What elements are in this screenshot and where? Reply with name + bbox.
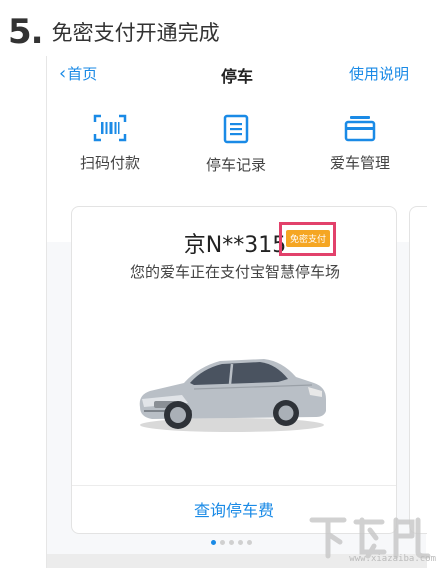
step-number: 5 [8,12,32,52]
scan-pay-button[interactable]: 扫码付款 [55,114,165,173]
badge-highlight-box [279,222,336,256]
step-dot: . [30,12,44,52]
barcode-scan-icon [93,114,127,142]
pager-dot[interactable] [247,540,252,545]
navigation-bar: ‹ 首页 停车 使用说明 [47,56,427,92]
document-list-icon [223,114,249,144]
car-management-label: 爱车管理 [329,154,390,172]
pager-dot[interactable] [220,540,225,545]
plate-number: 京N**315 [183,233,287,258]
car-image [139,359,326,432]
parking-records-button[interactable]: 停车记录 [181,114,291,175]
step-title: 免密支付开通完成 [51,21,220,45]
card-divider [72,485,396,486]
phone-screen: ‹ 首页 停车 使用说明 扫码付款 停车记录 爱车管理 京N**315 免密支付… [46,56,427,568]
parking-records-label: 停车记录 [205,156,266,174]
pager-dot[interactable] [238,540,243,545]
step-header: 5 . 免密支付开通完成 [8,12,220,52]
scan-pay-label: 扫码付款 [79,154,140,172]
help-link[interactable]: 使用说明 [349,63,409,84]
card-stack-icon [344,116,376,142]
parking-card[interactable]: 京N**315 免密支付 您的爱车正在支付宝智慧停车场 查询停车费 [71,206,397,534]
parking-status-text: 您的爱车正在支付宝智慧停车场 [129,263,340,281]
pager-dots [211,540,252,545]
pager-dot[interactable] [211,540,216,545]
next-card-peek[interactable] [409,206,427,534]
watermark-url: www.xiazaiba.com [349,554,436,564]
pager-dot[interactable] [229,540,234,545]
car-management-button[interactable]: 爱车管理 [305,114,415,173]
